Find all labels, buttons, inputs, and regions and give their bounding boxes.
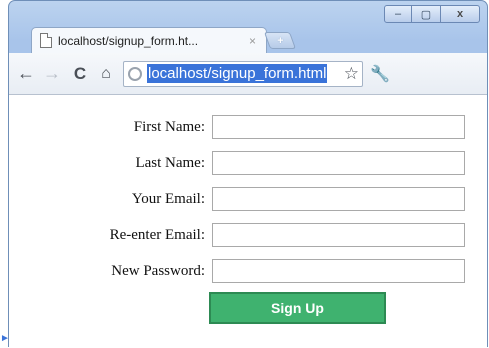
star-icon[interactable]: ☆ xyxy=(344,64,359,84)
window-controls: – ▢ x xyxy=(384,5,480,23)
plus-icon: + xyxy=(276,34,284,47)
new-tab-button[interactable]: + xyxy=(263,32,297,49)
last-name-input[interactable] xyxy=(212,151,465,175)
last-name-label: Last Name: xyxy=(135,155,205,171)
tab-title: localhost/signup_form.ht... xyxy=(58,33,199,48)
arrow-left-icon: ← xyxy=(17,63,35,83)
browser-toolbar: ← → C ⌂ localhost/signup_form.html ☆ 🔧 xyxy=(9,53,487,95)
home-icon: ⌂ xyxy=(101,64,111,82)
page-content: First Name: Last Name: Your Email: Re-en… xyxy=(9,95,487,348)
form-row-last-name: Last Name: xyxy=(9,151,487,175)
url-text[interactable]: localhost/signup_form.html xyxy=(147,64,328,83)
browser-tab[interactable]: localhost/signup_form.ht... × xyxy=(31,27,267,53)
first-name-input[interactable] xyxy=(212,115,465,139)
first-name-label: First Name: xyxy=(133,119,205,135)
settings-wrench-button[interactable]: 🔧 xyxy=(369,63,391,85)
form-row-password: New Password: xyxy=(9,259,487,283)
tab-close-icon[interactable]: × xyxy=(249,34,256,48)
reenter-email-label: Re-enter Email: xyxy=(109,227,205,243)
maximize-button[interactable]: ▢ xyxy=(412,5,440,23)
document-icon xyxy=(40,33,52,48)
maximize-icon: ▢ xyxy=(420,8,432,21)
minimize-icon: – xyxy=(394,8,402,20)
sign-up-button[interactable]: Sign Up xyxy=(209,292,386,324)
form-row-reenter-email: Re-enter Email: xyxy=(9,223,487,247)
password-label: New Password: xyxy=(111,263,205,279)
forward-button[interactable]: → xyxy=(41,63,63,85)
reenter-email-input[interactable] xyxy=(212,223,465,247)
reload-icon: C xyxy=(73,63,87,83)
email-label: Your Email: xyxy=(131,191,205,207)
password-input[interactable] xyxy=(212,259,465,283)
email-input[interactable] xyxy=(212,187,465,211)
browser-window: – ▢ x localhost/signup_form.ht... × + ← … xyxy=(8,0,488,348)
close-icon: x xyxy=(456,8,464,20)
close-window-button[interactable]: x xyxy=(440,5,480,23)
minimize-button[interactable]: – xyxy=(384,5,412,23)
form-row-first-name: First Name: xyxy=(9,115,487,139)
back-button[interactable]: ← xyxy=(15,63,37,85)
address-bar[interactable]: localhost/signup_form.html ☆ xyxy=(123,60,363,87)
reload-button[interactable]: C xyxy=(69,63,91,85)
home-button[interactable]: ⌂ xyxy=(95,63,117,85)
wrench-icon: 🔧 xyxy=(370,65,390,83)
arrow-right-icon: → xyxy=(43,63,61,83)
form-row-email: Your Email: xyxy=(9,187,487,211)
pointer-arrow-icon: ► xyxy=(0,333,10,344)
globe-icon xyxy=(128,66,142,81)
